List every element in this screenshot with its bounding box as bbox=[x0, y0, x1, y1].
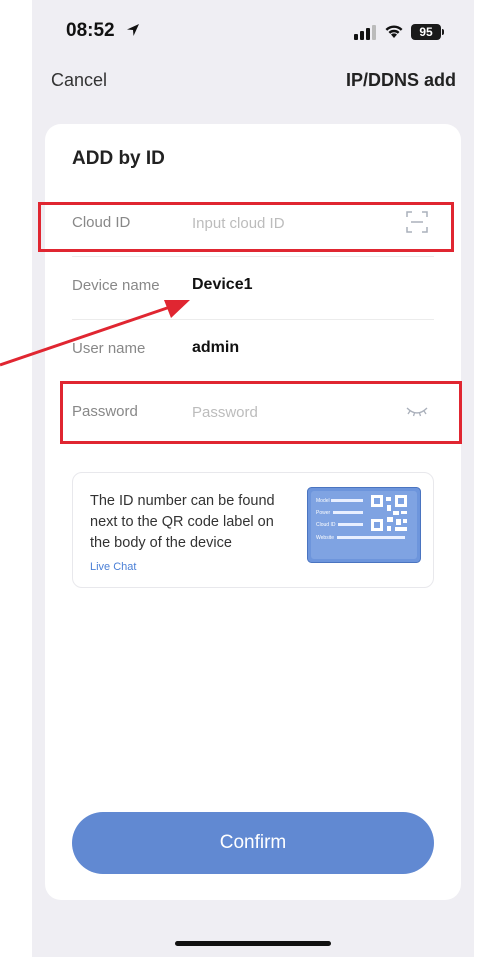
status-bar: 08:52 95 bbox=[32, 0, 474, 60]
confirm-button[interactable]: Confirm bbox=[72, 812, 434, 874]
device-name-label: Device name bbox=[72, 277, 160, 294]
wifi-icon bbox=[385, 25, 403, 38]
user-name-label: User name bbox=[72, 340, 146, 357]
page-title: IP/DDNS add bbox=[345, 70, 456, 90]
label-line-power: Power bbox=[316, 510, 331, 516]
device-name-value[interactable]: Device1 bbox=[192, 276, 253, 294]
device-name-row: Device name Device1 bbox=[72, 257, 434, 320]
label-line-model: Model bbox=[316, 498, 330, 504]
user-name-value[interactable]: admin bbox=[192, 339, 239, 357]
cancel-button[interactable]: Cancel bbox=[51, 70, 107, 91]
home-indicator bbox=[175, 941, 331, 946]
password-highlight-box bbox=[60, 381, 462, 444]
phone-screen: 08:52 95 Cancel IP/DDNS add ADD by ID Cl… bbox=[32, 0, 474, 957]
label-line-cloud-id: Cloud ID bbox=[316, 522, 336, 528]
user-name-row: User name admin bbox=[72, 320, 434, 383]
battery-icon: 95 bbox=[411, 24, 441, 40]
cloud-id-highlight-box bbox=[38, 202, 454, 252]
cellular-signal-icon bbox=[354, 25, 376, 40]
id-hint-box: The ID number can be found next to the Q… bbox=[72, 472, 434, 588]
card-title: ADD by ID bbox=[72, 148, 165, 169]
battery-cap bbox=[442, 29, 444, 35]
live-chat-link[interactable]: Live Chat bbox=[90, 561, 136, 573]
status-time: 08:52 bbox=[66, 20, 115, 41]
device-label-illustration: Model Power Cloud ID Website bbox=[307, 487, 421, 563]
id-hint-text: The ID number can be found next to the Q… bbox=[90, 493, 275, 551]
label-line-website: Website bbox=[316, 535, 334, 541]
location-arrow-icon bbox=[127, 24, 139, 36]
